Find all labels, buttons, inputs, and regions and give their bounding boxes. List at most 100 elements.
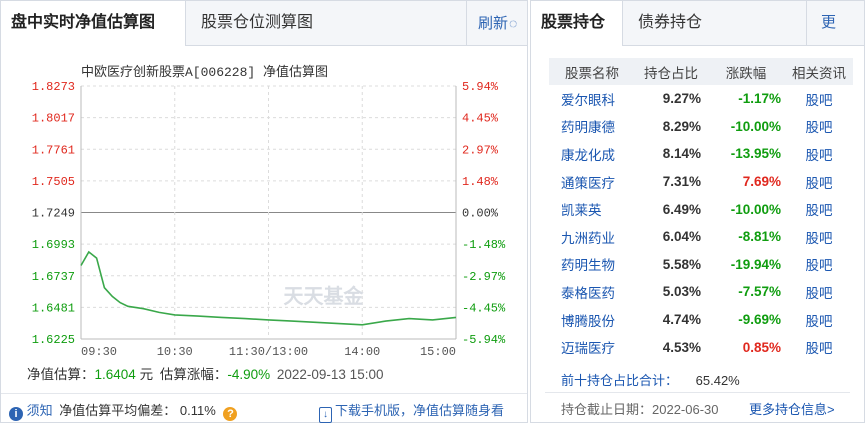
stock-name-link[interactable]: 泰格医药 — [549, 278, 635, 306]
y-tick-label-right: -5.94% — [462, 333, 506, 347]
change-value: -13.95% — [730, 146, 781, 162]
estimate-datetime: 2022-09-13 15:00 — [276, 367, 384, 382]
stock-name-link[interactable]: 爱尔眼科 — [549, 85, 635, 113]
deviation-value: 0.11% — [179, 403, 216, 418]
download-icon: ↓ — [319, 407, 332, 423]
change-value: -10.00% — [730, 201, 781, 217]
right-tab-bar: 股票持仓 债券持仓 更多〉 — [531, 1, 864, 75]
x-tick-label: 09:30 — [81, 345, 117, 359]
holding-ratio: 9.27% — [662, 91, 701, 107]
holding-ratio: 6.04% — [662, 229, 701, 245]
guba-link[interactable]: 股吧 — [785, 113, 853, 141]
table-row: 凯莱英 6.49% -10.00% 股吧 — [549, 195, 853, 223]
table-header-row: 股票名称 持仓占比 涨跌幅 相关资讯 — [549, 58, 853, 85]
y-tick-label: 1.8017 — [32, 112, 75, 126]
y-tick-label: 1.6481 — [32, 301, 75, 315]
tab-bond-holdings[interactable]: 债券持仓 — [628, 1, 712, 45]
change-value: 7.69% — [742, 174, 781, 190]
change-value: -4.90% — [227, 367, 271, 382]
change-label: 估算涨幅： — [159, 367, 228, 382]
left-tab-bar: 盘中实时净值估算图 股票仓位测算图 刷新◌ — [1, 1, 527, 46]
guba-link[interactable]: 股吧 — [785, 333, 853, 361]
y-tick-label: 1.6737 — [32, 270, 75, 284]
more-holdings-link[interactable]: 更多持仓信息> — [749, 399, 835, 418]
y-tick-label-right: -4.45% — [462, 301, 506, 315]
y-tick-label: 1.7249 — [32, 207, 75, 221]
refresh-icon: ◌ — [509, 15, 518, 31]
y-tick-label-right: -1.48% — [462, 238, 506, 252]
stock-name-link[interactable]: 凯莱英 — [549, 195, 635, 223]
y-tick-label: 1.7505 — [32, 175, 75, 189]
top10-value: 65.42% — [695, 373, 740, 388]
holding-ratio: 6.49% — [662, 201, 701, 217]
stock-name-link[interactable]: 迈瑞医疗 — [549, 333, 635, 361]
guba-link[interactable]: 股吧 — [785, 85, 853, 113]
estimate-value: 1.6404 — [94, 367, 136, 382]
tab-separator — [806, 1, 807, 45]
stock-name-link[interactable]: 通策医疗 — [549, 168, 635, 196]
tab-stock-holdings[interactable]: 股票持仓 — [531, 1, 623, 46]
x-tick-label: 15:00 — [420, 345, 456, 359]
guba-link[interactable]: 股吧 — [785, 223, 853, 251]
y-tick-label-right: 0.00% — [462, 207, 499, 221]
change-value: -9.69% — [738, 312, 781, 328]
stock-name-link[interactable]: 康龙化成 — [549, 140, 635, 168]
deviation-label: 净值估算平均偏差： — [59, 403, 177, 418]
download-link[interactable]: ↓ 下载手机版，净值估算随身看 — [319, 400, 504, 423]
stock-name-link[interactable]: 九洲药业 — [549, 223, 635, 251]
refresh-label: 刷新 — [478, 15, 509, 32]
notice-link[interactable]: 须知 — [27, 403, 53, 418]
col-header-news: 相关资讯 — [785, 58, 853, 85]
top10-summary: 前十持仓占比合计： 65.42% — [561, 370, 740, 389]
refresh-button[interactable]: 刷新◌ — [478, 1, 517, 45]
nav-estimate-panel: 盘中实时净值估算图 股票仓位测算图 刷新◌ 中欧医疗创新股票A[006228] … — [0, 0, 528, 423]
guba-link[interactable]: 股吧 — [785, 278, 853, 306]
y-tick-label-right: 2.97% — [462, 143, 499, 157]
estimate-label: 净值估算： — [27, 367, 95, 382]
change-value: -19.94% — [730, 256, 781, 272]
holding-ratio: 4.74% — [662, 312, 701, 328]
table-row: 药明生物 5.58% -19.94% 股吧 — [549, 251, 853, 279]
help-icon[interactable]: ? — [223, 407, 238, 421]
table-row: 泰格医药 5.03% -7.57% 股吧 — [549, 278, 853, 306]
nav-estimate-chart: 中欧医疗创新股票A[006228] 净值估算图 1.8273 5.94% 1.8017… — [32, 64, 506, 359]
divider — [545, 392, 850, 393]
table-row: 爱尔眼科 9.27% -1.17% 股吧 — [549, 85, 853, 113]
guba-link[interactable]: 股吧 — [785, 140, 853, 168]
x-tick-label: 10:30 — [157, 345, 193, 359]
download-text: 下载手机版，净值估算随身看 — [335, 403, 505, 418]
tab-realtime-estimate[interactable]: 盘中实时净值估算图 — [1, 1, 186, 46]
stock-name-link[interactable]: 药明生物 — [549, 251, 635, 279]
change-value: -8.81% — [738, 229, 781, 245]
x-tick-label: 11:30/13:00 — [229, 345, 308, 359]
more-button[interactable]: 更多〉 — [821, 1, 864, 75]
change-value: -7.57% — [738, 284, 781, 300]
col-header-name: 股票名称 — [549, 58, 635, 85]
y-tick-label-right: 4.45% — [462, 112, 499, 126]
stock-name-link[interactable]: 博腾股份 — [549, 306, 635, 334]
col-header-ratio: 持仓占比 — [635, 58, 707, 85]
y-tick-label: 1.8273 — [32, 80, 75, 94]
guba-link[interactable]: 股吧 — [785, 168, 853, 196]
estimate-line: 净值估算：1.6404 元 估算涨幅：-4.90% 2022-09-13 15:… — [27, 363, 383, 383]
guba-link[interactable]: 股吧 — [785, 251, 853, 279]
table-row: 迈瑞医疗 4.53% 0.85% 股吧 — [549, 333, 853, 361]
holdings-panel: 股票持仓 债券持仓 更多〉 股票名称 持仓占比 涨跌幅 相关资讯 爱尔眼科 9.2… — [530, 0, 865, 423]
guba-link[interactable]: 股吧 — [785, 306, 853, 334]
guba-link[interactable]: 股吧 — [785, 195, 853, 223]
holding-ratio: 5.58% — [662, 256, 701, 272]
holding-ratio: 8.14% — [662, 146, 701, 162]
col-header-change: 涨跌幅 — [707, 58, 785, 85]
holding-ratio: 8.29% — [662, 118, 701, 134]
watermark-logo: 天天基金 — [284, 284, 365, 310]
y-tick-label: 1.6225 — [32, 333, 75, 347]
table-row: 博腾股份 4.74% -9.69% 股吧 — [549, 306, 853, 334]
stock-name-link[interactable]: 药明康德 — [549, 113, 635, 141]
change-value: 0.85% — [742, 339, 781, 355]
date-value: 2022-06-30 — [652, 402, 719, 417]
holding-ratio: 7.31% — [662, 174, 701, 190]
y-tick-label-right: 1.48% — [462, 175, 499, 189]
change-value: -1.17% — [738, 91, 781, 107]
y-tick-label-right: 5.94% — [462, 80, 499, 94]
tab-position-estimate[interactable]: 股票仓位测算图 — [191, 1, 323, 45]
